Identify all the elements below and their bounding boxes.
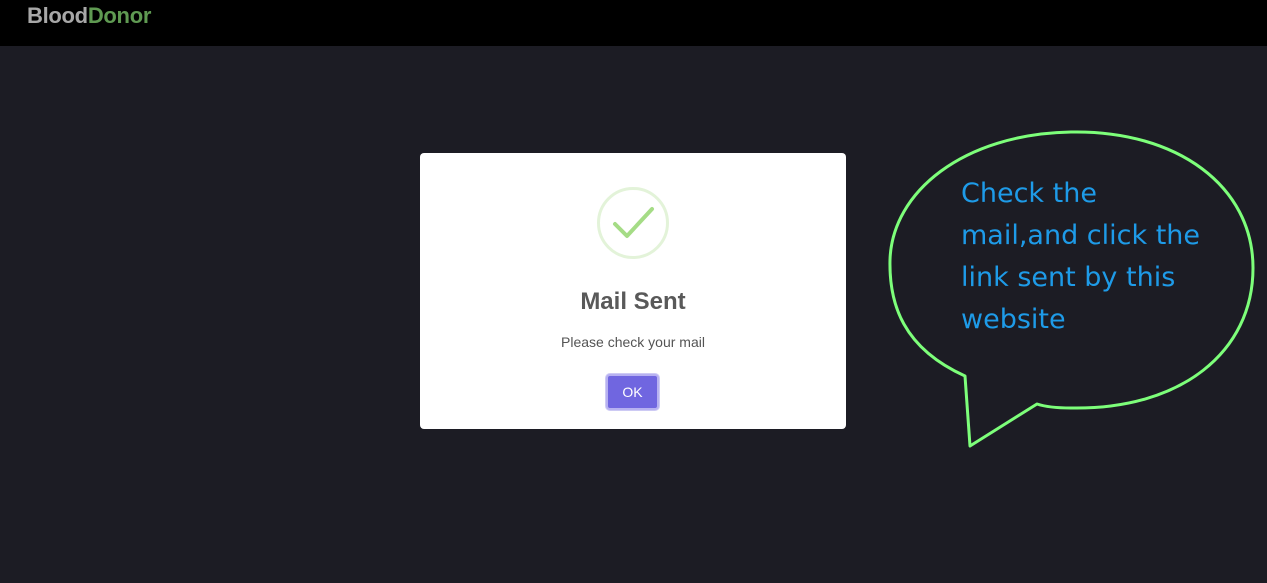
ok-button[interactable]: OK bbox=[606, 374, 659, 410]
callout-text: Check the mail,and click the link sent b… bbox=[961, 178, 1201, 335]
brand-logo[interactable]: BloodDonor bbox=[27, 2, 151, 30]
brand-name-blood: Blood bbox=[27, 3, 88, 28]
dialog-title: Mail Sent bbox=[580, 288, 686, 315]
mail-sent-dialog: Mail Sent Please check your mail OK bbox=[420, 153, 846, 429]
dialog-message: Please check your mail bbox=[561, 334, 705, 350]
brand-name-donor: Donor bbox=[87, 3, 152, 28]
checkmark-success-icon bbox=[597, 187, 669, 259]
top-navbar: BloodDonor bbox=[0, 0, 1267, 46]
